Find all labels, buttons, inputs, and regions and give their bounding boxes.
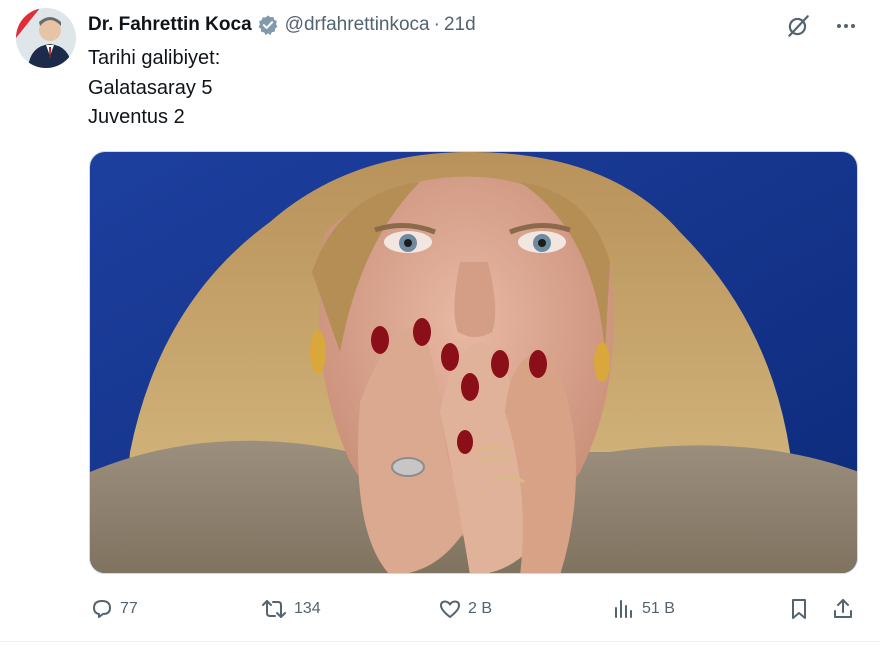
retweet-icon xyxy=(262,600,286,618)
grok-icon[interactable] xyxy=(784,12,812,40)
share-icon xyxy=(834,599,852,618)
views-icon xyxy=(615,600,632,618)
tweet-header: Dr. Fahrettin Koca @drfahrettinkoca · 21… xyxy=(88,12,476,38)
photo-image xyxy=(90,152,857,573)
reply-icon xyxy=(93,600,111,618)
heart-icon xyxy=(440,600,460,618)
reply-count: 77 xyxy=(120,600,138,617)
like-count: 2 B xyxy=(468,600,493,617)
tweet[interactable]: Dr. Fahrettin Koca @drfahrettinkoca · 21… xyxy=(0,0,880,647)
tweet-timestamp[interactable]: 21d xyxy=(444,14,476,36)
more-icon[interactable] xyxy=(832,12,860,40)
top-actions xyxy=(784,12,860,40)
bookmark-icon xyxy=(792,599,806,619)
tweet-text-line: Galatasaray 5 xyxy=(88,76,213,99)
header-separator: · xyxy=(433,14,440,35)
like-button[interactable]: 2 B xyxy=(438,594,492,624)
bookmark-button[interactable] xyxy=(787,594,817,624)
verified-badge-icon xyxy=(257,14,279,36)
tweet-divider xyxy=(0,641,880,642)
tweet-text-line: Juventus 2 xyxy=(88,106,185,128)
tweet-photo[interactable] xyxy=(89,151,858,574)
tweet-text-line: Tarihi galibiyet: xyxy=(88,47,221,69)
author-avatar[interactable] xyxy=(16,8,76,68)
avatar-image xyxy=(16,8,76,68)
reply-button[interactable]: 77 xyxy=(90,594,138,624)
share-button[interactable] xyxy=(831,594,861,624)
views-button[interactable]: 51 B xyxy=(612,594,675,624)
retweet-button[interactable]: 134 xyxy=(260,594,321,624)
tweet-text: Tarihi galibiyet: Galatasaray 5 Juventus… xyxy=(88,44,220,133)
views-count: 51 B xyxy=(642,600,675,617)
author-handle[interactable]: @drfahrettinkoca xyxy=(285,14,430,36)
retweet-count: 134 xyxy=(294,600,321,617)
author-name[interactable]: Dr. Fahrettin Koca xyxy=(88,14,252,36)
tweet-actions: 77 134 2 B 51 B xyxy=(88,594,858,624)
